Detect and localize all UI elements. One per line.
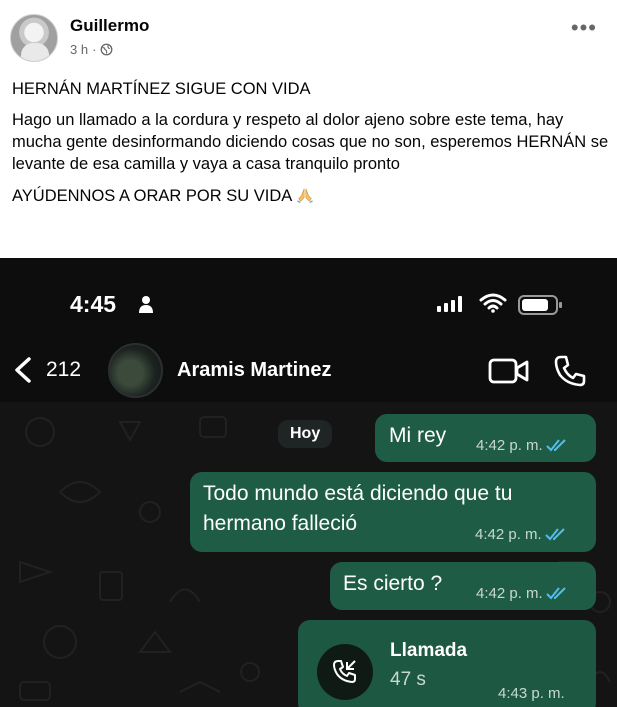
author-avatar[interactable] xyxy=(10,14,58,62)
post-body: Hago un llamado a la cordura y respeto a… xyxy=(12,111,609,173)
message-bubble[interactable]: Mi rey 4:42 p. m. xyxy=(375,414,596,462)
message-meta: 4:42 p. m. xyxy=(476,437,568,454)
double-check-icon xyxy=(545,587,566,600)
signal-icon xyxy=(437,296,462,312)
chat-area[interactable]: Hoy Mi rey 4:42 p. m. Todo mundo está di… xyxy=(0,402,617,707)
status-bar: 4:45 xyxy=(0,258,617,338)
contact-avatar[interactable] xyxy=(108,343,163,398)
message-time: 4:42 p. m. xyxy=(476,437,543,454)
double-check-icon xyxy=(544,528,565,541)
post-meta: 3 h · xyxy=(70,42,113,57)
globe-icon[interactable] xyxy=(100,43,113,56)
incoming-call-icon xyxy=(333,660,356,683)
author-name[interactable]: Guillermo xyxy=(70,16,149,36)
call-icon-circle xyxy=(317,644,373,700)
contact-name[interactable]: Aramis Martinez xyxy=(177,359,332,382)
call-duration: 47 s xyxy=(390,669,426,690)
chat-header: 212 Aramis Martinez xyxy=(0,338,617,402)
meta-separator: · xyxy=(92,42,97,57)
message-time: 4:42 p. m. xyxy=(476,585,543,602)
call-time: 4:43 p. m. xyxy=(498,685,565,702)
battery-icon xyxy=(518,295,562,315)
unread-count[interactable]: 212 xyxy=(46,358,81,382)
wifi-icon xyxy=(479,293,507,313)
message-bubble[interactable]: Es cierto ? 4:42 p. m. xyxy=(330,562,596,610)
back-chevron-icon[interactable] xyxy=(12,356,34,384)
message-bubble[interactable]: Todo mundo está diciendo que tu hermano … xyxy=(190,472,596,552)
person-icon xyxy=(139,296,153,313)
avatar-figure xyxy=(21,43,49,61)
status-time: 4:45 xyxy=(70,291,117,317)
post-time[interactable]: 3 h xyxy=(70,42,88,57)
call-bubble[interactable]: Llamada 47 s 4:43 p. m. xyxy=(298,620,596,707)
chat-screenshot[interactable]: 4:45 212 Aramis Martinez Hoy Mi rey 4:42… xyxy=(0,258,617,707)
message-time: 4:42 p. m. xyxy=(475,526,542,543)
post-headline: HERNÁN MARTÍNEZ SIGUE CON VIDA xyxy=(12,80,311,98)
post-closing: AYÚDENNOS A ORAR POR SU VIDA xyxy=(12,185,610,207)
phone-call-icon[interactable] xyxy=(553,354,587,388)
more-options-button[interactable]: ••• xyxy=(571,17,597,39)
message-meta: 4:42 p. m. xyxy=(475,526,567,543)
video-call-icon[interactable] xyxy=(488,356,530,386)
post-closing-text: AYÚDENNOS A ORAR POR SU VIDA xyxy=(12,187,293,205)
message-text: Es cierto ? xyxy=(343,572,443,595)
post-text: HERNÁN MARTÍNEZ SIGUE CON VIDA Hago un l… xyxy=(12,78,610,217)
day-separator: Hoy xyxy=(278,420,333,448)
post-header: Guillermo 3 h · ••• xyxy=(0,0,617,70)
message-text: Mi rey xyxy=(389,424,447,447)
call-title: Llamada xyxy=(390,640,468,661)
double-check-icon xyxy=(545,439,566,452)
message-meta: 4:42 p. m. xyxy=(476,585,568,602)
praying-hands-icon xyxy=(297,188,314,203)
